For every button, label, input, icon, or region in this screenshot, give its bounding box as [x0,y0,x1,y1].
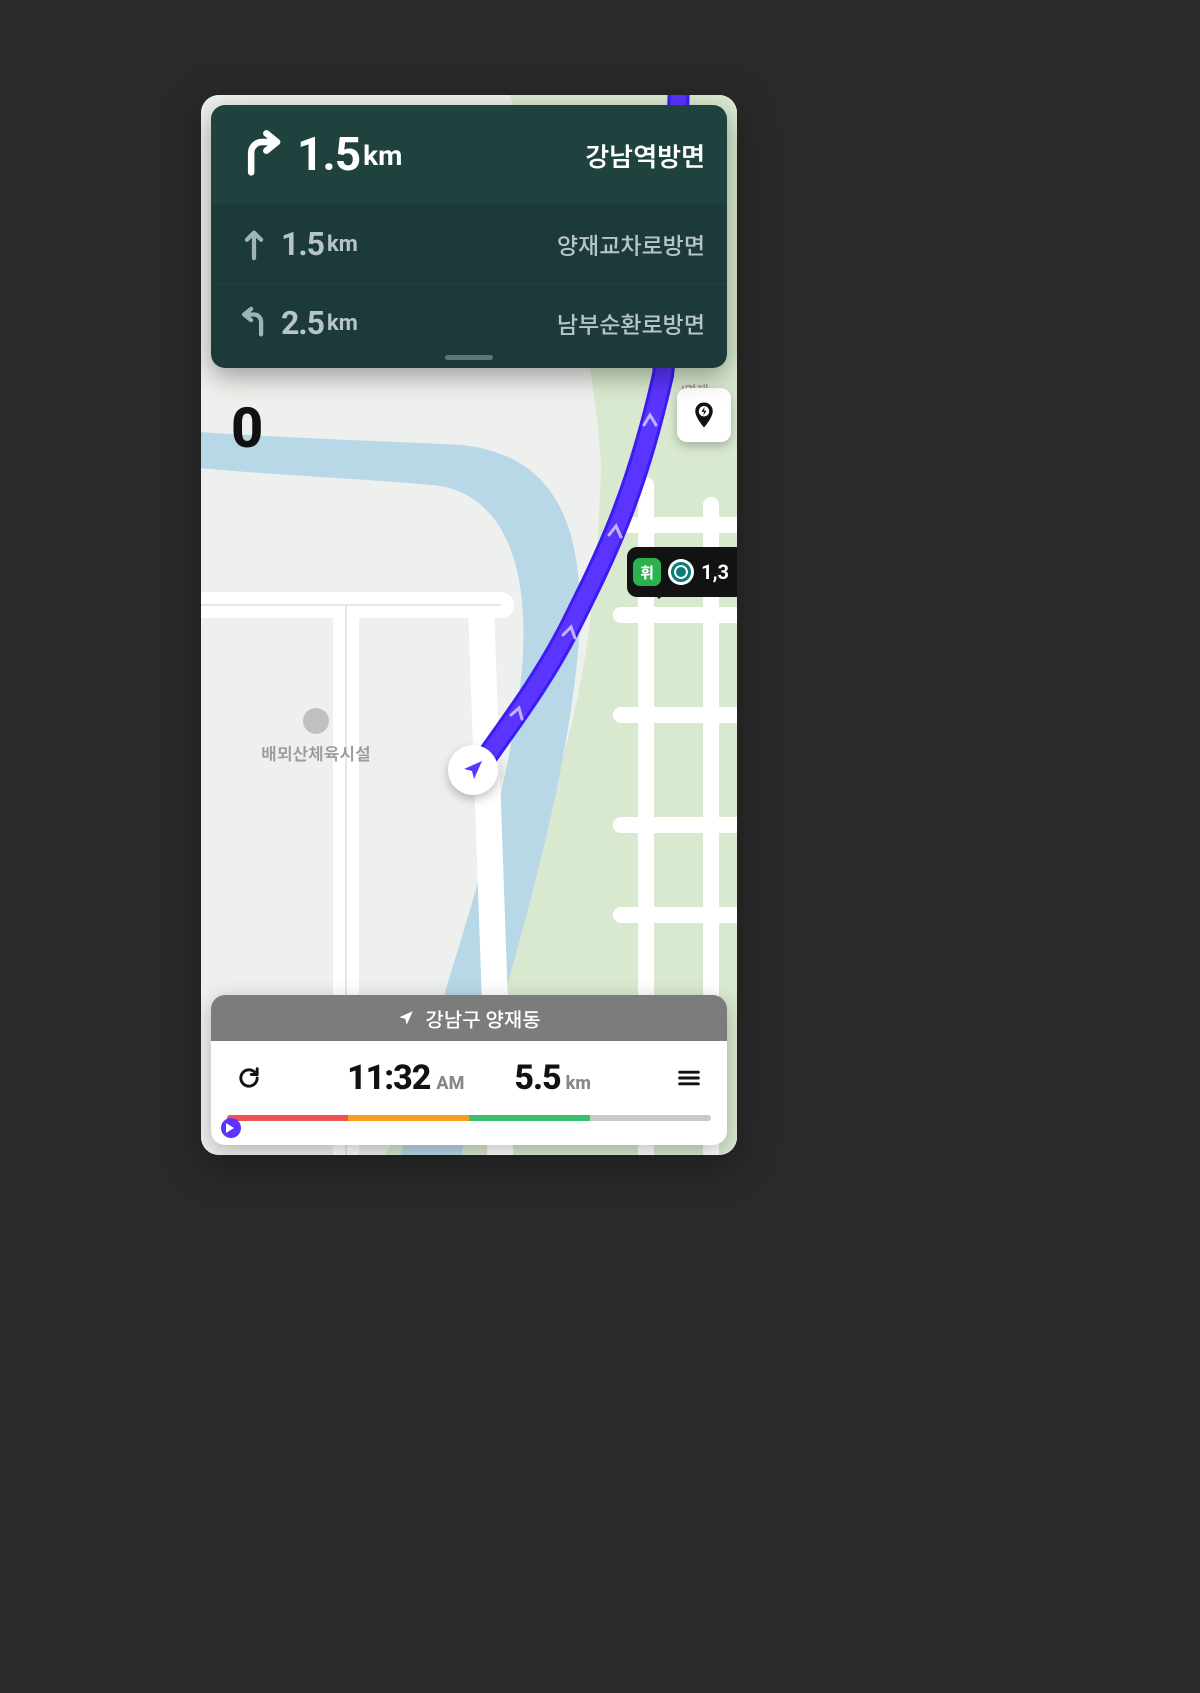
fuel-brand-icon [668,559,694,585]
direction-upcoming-2-unit: km [327,311,358,336]
direction-upcoming-1-unit: km [327,232,358,257]
location-arrow-icon [461,758,485,782]
direction-main: 1.5 km 강남역방면 [211,105,727,205]
eta-distance: 5.5 km [514,1058,591,1098]
eta-time-value: 11:32 [347,1058,430,1098]
menu-button[interactable] [669,1058,709,1098]
direction-upcoming-1-distance: 1.5 [281,225,324,263]
turn-right-icon [227,129,297,181]
refresh-button[interactable] [229,1058,269,1098]
direction-main-destination: 강남역방면 [585,137,705,174]
location-arrow-icon [397,1009,415,1027]
direction-upcoming-2-distance: 2.5 [281,304,324,342]
traffic-seg-unknown [590,1115,711,1121]
straight-icon [227,227,281,261]
refresh-icon [235,1064,263,1092]
direction-upcoming-1-destination: 양재교차로방면 [557,227,705,261]
eta-traffic-progress [211,1115,727,1145]
fuel-price-value: 1,3 [701,560,729,584]
bolt-pin-icon [689,400,719,430]
menu-icon [675,1064,703,1092]
eta-location-text: 강남구 양재동 [425,1004,540,1033]
directions-panel[interactable]: 1.5 km 강남역방면 1.5 km 양재교차로방면 2.5 km 남부순환로… [211,105,727,368]
speed-display: 0 [231,395,263,461]
progress-knob[interactable] [221,1118,241,1138]
fuel-price-bubble[interactable]: 휘 1,3 [627,547,737,597]
traffic-seg-moderate [348,1115,469,1121]
eta-arrival-time: 11:32 AM [347,1058,464,1098]
eta-time-ampm: AM [436,1073,464,1094]
fuel-type-badge: 휘 [633,558,661,586]
eta-traffic-track [227,1115,711,1121]
eta-distance-value: 5.5 [514,1058,560,1098]
direction-upcoming-2: 2.5 km 남부순환로방면 [211,283,727,368]
panel-drag-handle[interactable] [445,355,493,360]
app-frame: 배뫼산체육시설 !면제 휘 1,3 0 1.5 km 강남역방면 [201,95,737,1155]
direction-upcoming-2-destination: 남부순환로방면 [557,306,705,340]
traffic-seg-heavy [227,1115,348,1121]
eta-location-bar: 강남구 양재동 [211,995,727,1041]
turn-left-icon [227,306,281,340]
eta-info-row: 11:32 AM 5.5 km [211,1041,727,1115]
direction-upcoming-1: 1.5 km 양재교차로방면 [211,205,727,283]
traffic-seg-light [469,1115,590,1121]
direction-main-unit: km [363,139,402,172]
eta-panel[interactable]: 강남구 양재동 11:32 AM 5.5 km [211,995,727,1145]
current-location-puck[interactable] [448,745,498,795]
ev-charge-button[interactable] [677,388,731,442]
direction-main-distance: 1.5 [297,128,360,182]
map-poi-label: 배뫼산체육시설 [241,708,391,765]
eta-distance-unit: km [566,1073,591,1094]
